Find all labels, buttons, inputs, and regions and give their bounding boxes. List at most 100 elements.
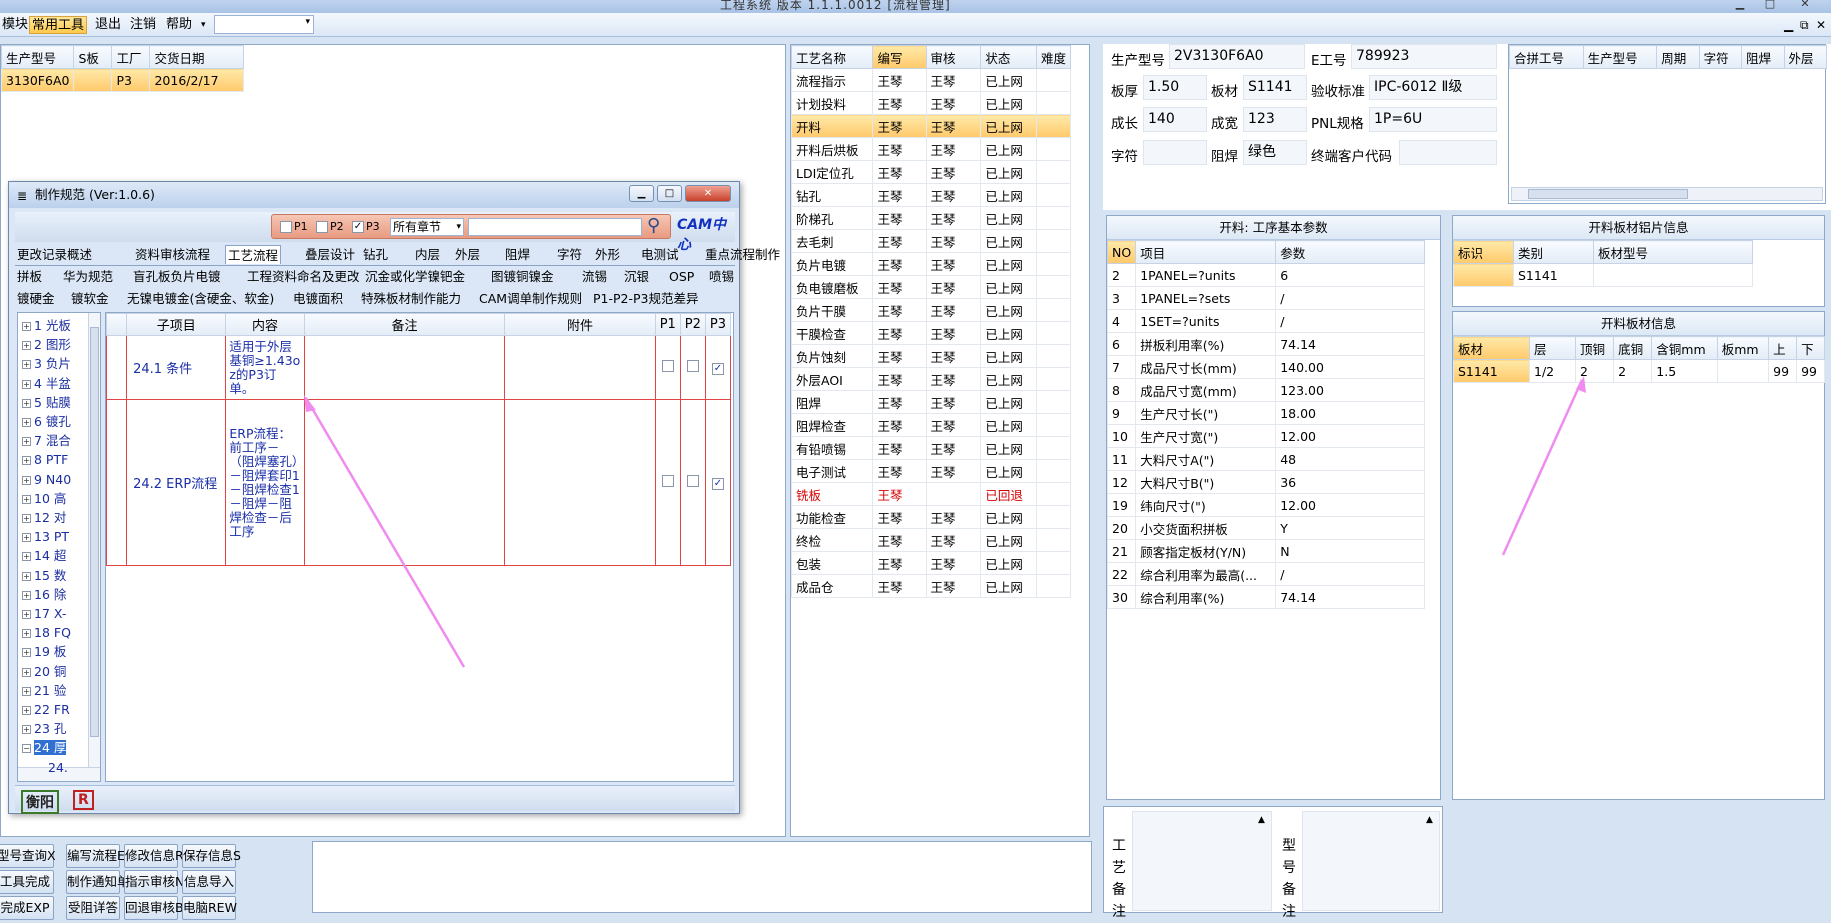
expand-icon[interactable]: + bbox=[22, 418, 31, 427]
action-button[interactable]: 电脑REW bbox=[182, 896, 237, 920]
col-param[interactable]: 参数 bbox=[1275, 240, 1425, 264]
col-down[interactable]: 下 bbox=[1796, 336, 1825, 360]
action-button[interactable]: 完成EXP bbox=[0, 896, 54, 920]
col-merge-model[interactable]: 生产型号 bbox=[1582, 45, 1658, 69]
tree-item[interactable]: +9 N40 bbox=[22, 471, 71, 489]
field-length[interactable]: 140 bbox=[1143, 107, 1207, 132]
collapse-icon[interactable]: − bbox=[22, 744, 31, 754]
tree-item[interactable]: +7 混合 bbox=[22, 432, 71, 450]
col-content[interactable]: 内容 bbox=[225, 313, 305, 336]
table-row[interactable]: 计划投料 王琴 王琴 已上网 bbox=[790, 91, 1072, 115]
table-row[interactable]: 成品仓 王琴 王琴 已上网 bbox=[790, 574, 1072, 598]
col-reviewer[interactable]: 审核 bbox=[925, 45, 982, 69]
expand-icon[interactable]: + bbox=[22, 571, 31, 581]
p1-checkbox[interactable] bbox=[280, 221, 292, 233]
tab-tabs_row2-7[interactable]: 沉银 bbox=[622, 267, 651, 286]
expand-icon[interactable]: + bbox=[22, 514, 31, 523]
table-row[interactable]: 干膜检查 王琴 王琴 已上网 bbox=[790, 321, 1072, 345]
tree-item[interactable]: +18 FQ bbox=[22, 624, 71, 642]
tree-item[interactable]: +23 孔 bbox=[22, 720, 66, 738]
tab-tabs_row1-4[interactable]: 叠层设计 bbox=[303, 245, 357, 264]
toolbar-combo[interactable]: ▾ bbox=[214, 15, 314, 34]
expand-icon[interactable]: + bbox=[22, 686, 31, 696]
col-merge-mask[interactable]: 阻焊 bbox=[1741, 45, 1785, 69]
table-row[interactable]: 负片蚀刻 王琴 王琴 已上网 bbox=[790, 344, 1072, 368]
mdi-restore-icon[interactable]: ⧉ bbox=[1798, 16, 1811, 34]
expand-icon[interactable]: + bbox=[22, 667, 31, 677]
col-model[interactable]: 生产型号 bbox=[0, 45, 75, 69]
tab-tabs_row1-10[interactable]: 外形 bbox=[593, 245, 622, 264]
tab-tabs_row2-4[interactable]: 沉金或化学镍钯金 bbox=[363, 267, 467, 286]
tab-tabs_row2-2[interactable]: 盲孔板负片电镀 bbox=[131, 267, 223, 286]
field-pnl[interactable]: 1P=6U bbox=[1369, 107, 1497, 132]
spec-attach[interactable] bbox=[504, 399, 656, 566]
tab-tabs_row1-5[interactable]: 钻孔 bbox=[361, 245, 390, 264]
table-row[interactable]: 7 成品尺寸长(mm) 140.00 bbox=[1106, 355, 1425, 379]
col-writer[interactable]: 编写 bbox=[872, 45, 927, 69]
table-row[interactable]: 负片干膜 王琴 王琴 已上网 bbox=[790, 298, 1072, 322]
spec-row[interactable]: 24.1 条件 适用于外层基铜≥1.43oz的P3订单。 ✓ bbox=[105, 335, 732, 400]
spec-remark[interactable] bbox=[303, 399, 506, 566]
tree-item[interactable]: +6 镀孔 bbox=[22, 413, 71, 431]
spec-row[interactable]: 24.2 ERP流程 ERP流程：前工序－（阻焊塞孔）－阻焊套印1－阻焊检查1－阻… bbox=[105, 399, 732, 566]
col-top-cu[interactable]: 顶铜 bbox=[1574, 336, 1615, 360]
action-button[interactable]: 型号查询X bbox=[0, 844, 56, 868]
menu-tools[interactable]: 常用工具 bbox=[29, 16, 88, 34]
col-process-name[interactable]: 工艺名称 bbox=[790, 45, 874, 69]
close-icon[interactable]: ✕ bbox=[1795, 0, 1815, 10]
table-row[interactable]: 6 拼板利用率(%) 74.14 bbox=[1106, 332, 1425, 356]
field-customer[interactable] bbox=[1399, 140, 1497, 165]
expand-icon[interactable]: + bbox=[22, 475, 31, 485]
p2-row-checkbox[interactable] bbox=[686, 359, 699, 372]
table-row[interactable]: 4 1SET=?units / bbox=[1106, 309, 1425, 333]
p2-checkbox[interactable] bbox=[316, 221, 328, 233]
col-tag[interactable]: 标识 bbox=[1453, 240, 1514, 264]
expand-icon[interactable]: + bbox=[22, 398, 31, 408]
tab-tabs_row1-7[interactable]: 外层 bbox=[453, 245, 482, 264]
menu-logout[interactable]: 注销 bbox=[128, 16, 158, 34]
expand-icon[interactable]: + bbox=[22, 456, 31, 466]
table-row[interactable]: 3 1PANEL=?sets / bbox=[1106, 286, 1425, 310]
tab-tabs_row1-12[interactable]: 重点流程制作 bbox=[703, 245, 782, 264]
table-row[interactable]: S1141 1/2 2 2 1.5 99 99 bbox=[1453, 359, 1825, 383]
tab-tabs_row3-1[interactable]: 镀软金 bbox=[69, 289, 111, 308]
field-thickness[interactable]: 1.50 bbox=[1143, 75, 1207, 100]
tree-item[interactable]: +16 除 bbox=[22, 586, 66, 604]
p3-row-checkbox[interactable]: ✓ bbox=[711, 478, 724, 490]
col-p1[interactable]: P1 bbox=[654, 313, 681, 336]
col-merge-outer[interactable]: 外层 bbox=[1783, 45, 1828, 69]
tree-item[interactable]: +22 FR bbox=[22, 701, 70, 719]
field-width[interactable]: 123 bbox=[1243, 107, 1307, 132]
table-row[interactable]: 19 纬向尺寸(") 12.00 bbox=[1106, 493, 1425, 517]
action-button[interactable]: 信息导入 bbox=[182, 870, 236, 894]
col-sheet-model[interactable]: 板材型号 bbox=[1593, 240, 1753, 264]
tab-tabs_row2-9[interactable]: 喷锡 bbox=[707, 267, 736, 286]
col-up[interactable]: 上 bbox=[1768, 336, 1798, 360]
table-row[interactable]: 有铅喷锡 王琴 王琴 已上网 bbox=[790, 436, 1072, 460]
tab-tabs_row2-6[interactable]: 流锡 bbox=[580, 267, 609, 286]
expand-icon[interactable]: + bbox=[22, 360, 31, 370]
table-row[interactable]: 9 生产尺寸长(") 18.00 bbox=[1106, 401, 1425, 425]
mdi-close-icon[interactable]: ✕ bbox=[1814, 16, 1828, 34]
table-row[interactable]: 10 生产尺寸宽(") 12.00 bbox=[1106, 424, 1425, 448]
tab-tabs_row1-6[interactable]: 内层 bbox=[413, 245, 442, 264]
action-button[interactable]: 制作通知单 bbox=[66, 870, 130, 894]
tree-item[interactable]: +8 PTF bbox=[22, 451, 68, 469]
table-row[interactable]: 去毛刺 王琴 王琴 已上网 bbox=[790, 229, 1072, 253]
tree-item[interactable]: +2 图形 bbox=[22, 336, 71, 354]
col-p3[interactable]: P3 bbox=[704, 313, 732, 336]
tab-tabs_row3-6[interactable]: P1-P2-P3规范差异 bbox=[591, 289, 701, 308]
col-remark[interactable]: 备注 bbox=[303, 313, 506, 336]
search-input[interactable] bbox=[468, 218, 642, 236]
dialog-maximize-icon[interactable]: □ bbox=[657, 185, 682, 202]
tree-item[interactable]: 24. bbox=[48, 759, 68, 777]
search-icon[interactable]: ⚲ bbox=[647, 215, 660, 236]
table-row[interactable]: 21 顾客指定板材(Y/N) N bbox=[1106, 539, 1425, 563]
tree-item[interactable]: +3 负片 bbox=[22, 355, 71, 373]
scroll-up-icon[interactable]: ▲ bbox=[1258, 815, 1265, 825]
table-row[interactable]: 包装 王琴 王琴 已上网 bbox=[790, 551, 1072, 575]
action-button[interactable]: 保存信息S bbox=[182, 844, 241, 868]
action-button[interactable]: 工具完成 bbox=[0, 870, 54, 894]
scroll-thumb[interactable] bbox=[1528, 189, 1688, 199]
col-attach[interactable]: 附件 bbox=[504, 313, 656, 336]
